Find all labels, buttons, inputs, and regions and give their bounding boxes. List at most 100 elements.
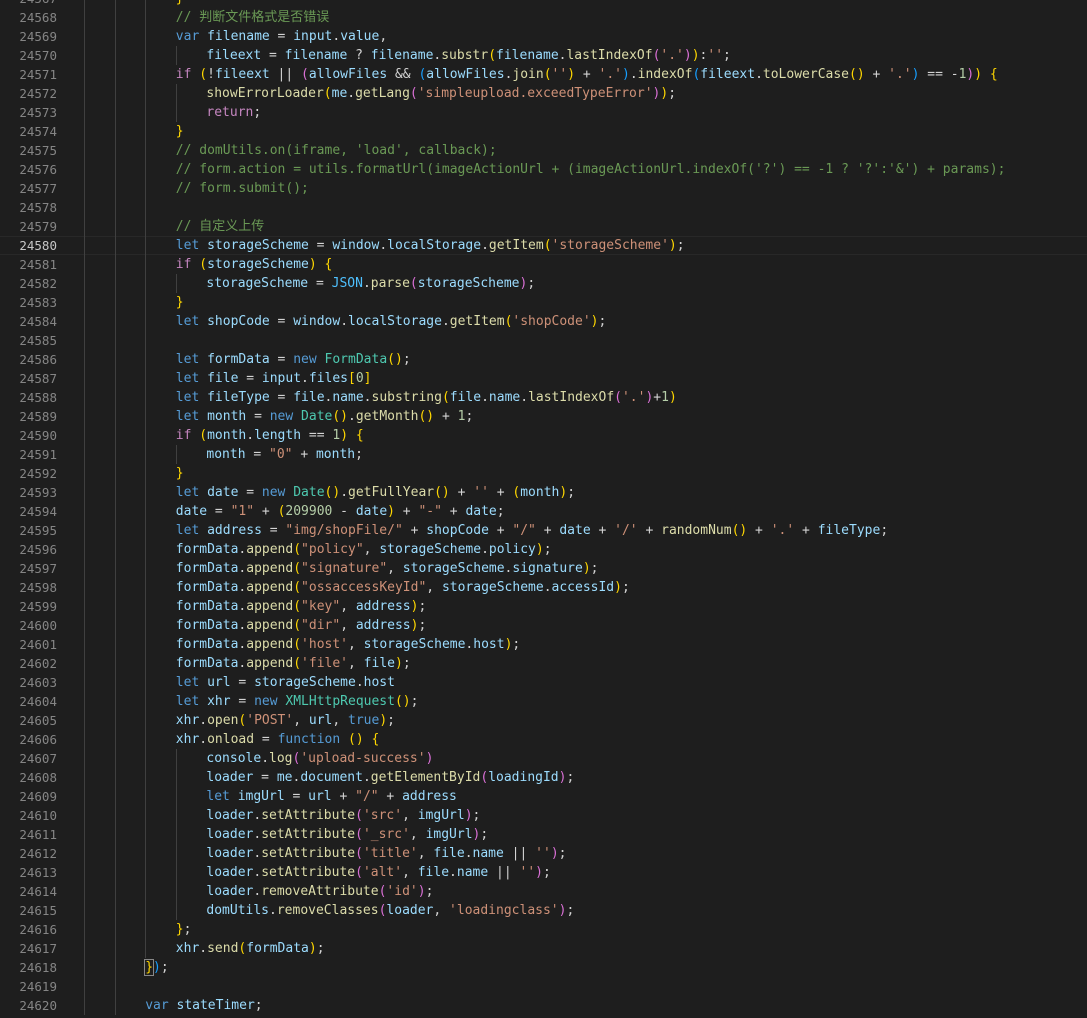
code-text: loader.setAttribute('title', file.name |… (206, 844, 566, 863)
code-token: let (175, 409, 200, 424)
code-token: . (520, 390, 529, 405)
code-token: + (747, 523, 771, 538)
code-token: log (269, 751, 293, 766)
code-line[interactable]: 24574} (0, 122, 1087, 141)
code-token: localStorage (387, 238, 482, 253)
code-line[interactable]: 24605 xhr.open('POST', url, true); (0, 711, 1087, 730)
code-token: } (175, 124, 184, 139)
code-line[interactable]: 24575 // domUtils.on(iframe, 'load', call… (0, 141, 1087, 160)
code-line[interactable]: 24600 formData.append("dir", address); (0, 616, 1087, 635)
line-number: 24574 (19, 124, 57, 139)
code-editor[interactable]: 24567}24568// 判断文件格式是否错误24569var filenam… (0, 0, 1087, 1018)
indent-guide (84, 217, 85, 236)
code-token: = (245, 447, 270, 462)
line-number: 24583 (19, 295, 57, 310)
code-line[interactable]: 24589 let month = new Date().getMonth() +… (0, 407, 1087, 426)
code-token: ) (340, 428, 349, 443)
code-text: if (month.length == 1) { (176, 426, 364, 445)
code-line[interactable]: 24612 loader.setAttribute('title', file.n… (0, 844, 1087, 863)
indent-guide (84, 445, 85, 464)
code-line[interactable]: 24593 let date = new Date().getFullYear()… (0, 483, 1087, 502)
code-line[interactable]: 24601 formData.append('host', storageSche… (0, 635, 1087, 654)
code-token: xhr (175, 713, 200, 728)
line-number: 24600 (19, 618, 57, 633)
code-token: ; (542, 865, 551, 880)
code-line[interactable]: 24579 // 自定义上传 (0, 217, 1087, 236)
code-line[interactable]: 24570 fileext = filename ? filename.subst… (0, 46, 1087, 65)
indent-guide (114, 502, 116, 521)
code-token: name (472, 846, 504, 861)
code-line[interactable]: 24587 let file = input.files[0] (0, 369, 1087, 388)
code-token: storageScheme (402, 561, 505, 576)
code-token: host (363, 675, 395, 690)
code-line[interactable]: 24607 console.log('upload-success') (0, 749, 1087, 768)
code-token: . (347, 86, 356, 101)
code-line[interactable]: 24585 (0, 331, 1087, 350)
code-token: '.' (621, 390, 646, 405)
code-line[interactable]: 24577 // form.submit(); (0, 179, 1087, 198)
indent-guide (114, 84, 116, 103)
code-text: } (176, 0, 184, 8)
code-line[interactable]: 24588 let fileType = file.name.substring(… (0, 388, 1087, 407)
code-line[interactable]: 24586 let formData = new FormData(); (0, 350, 1087, 369)
code-line[interactable]: 24597 formData.append("signature", storag… (0, 559, 1087, 578)
code-line[interactable]: 24602 formData.append('file', file); (0, 654, 1087, 673)
code-line[interactable]: 24606 xhr.onload = function () { (0, 730, 1087, 749)
code-line[interactable]: 24578 (0, 198, 1087, 217)
line-number: 24619 (19, 979, 57, 994)
code-line[interactable]: 24580 let storageScheme = window.localSto… (0, 236, 1087, 255)
code-token: name (332, 390, 364, 405)
code-line[interactable]: 24618}); (0, 958, 1087, 977)
code-token: } (175, 466, 184, 481)
code-line[interactable]: 24581 if (storageScheme) { (0, 255, 1087, 274)
code-token: - (332, 504, 356, 519)
indent-guide (114, 711, 116, 730)
code-token: shopCode (207, 314, 270, 329)
code-line[interactable]: 24594 date = "1" + (209900 - date) + "-" … (0, 502, 1087, 521)
code-line[interactable]: 24568 // 判断文件格式是否错误 (0, 8, 1087, 27)
code-token: var (175, 29, 200, 44)
code-line[interactable]: 24572 showErrorLoader(me.getLang('simpleu… (0, 84, 1087, 103)
code-line[interactable]: 24604 let xhr = new XMLHttpRequest(); (0, 692, 1087, 711)
code-line[interactable]: 24608 loader = me.document.getElementById… (0, 768, 1087, 787)
code-line[interactable]: 24576 // form.action = utils.formatUrl(im… (0, 160, 1087, 179)
code-line[interactable]: 24596 formData. append("policy", storageSc… (0, 540, 1087, 559)
code-token: formData (175, 599, 239, 614)
code-line[interactable]: 24573 return; (0, 103, 1087, 122)
code-line[interactable]: 24610 loader.setAttribute('src', imgUrl); (0, 806, 1087, 825)
code-text: month = "0" + month; (206, 445, 363, 464)
code-token: 'id' (386, 884, 418, 899)
code-line[interactable]: 24584 let shopCode = window.localStorage.… (0, 312, 1087, 331)
code-line[interactable]: 24614 loader.removeAttribute('id'); (0, 882, 1087, 901)
code-token: , (363, 542, 380, 557)
indent-guide (145, 350, 147, 369)
code-line[interactable]: 24616}; (0, 920, 1087, 939)
code-line[interactable]: 24567} (0, 0, 1087, 8)
code-token: new (254, 694, 278, 709)
code-line[interactable]: 24617 xhr.send(formData); (0, 939, 1087, 958)
indent-guide (114, 635, 116, 654)
code-line[interactable]: 24582 storageScheme = JSON.parse(storageS… (0, 274, 1087, 293)
code-line[interactable]: 24571 if (!fileext || (allowFiles && (all… (0, 65, 1087, 84)
code-line[interactable]: 24609 let imgUrl = url + "/" + address (0, 787, 1087, 806)
code-line[interactable]: 24599 formData.append("key", address); (0, 597, 1087, 616)
code-line[interactable]: 24592} (0, 464, 1087, 483)
code-line[interactable]: 24569 var filename = input.value, (0, 27, 1087, 46)
code-line[interactable]: 24615 domUtils.removeClasses(loader, 'loa… (0, 901, 1087, 920)
code-line[interactable]: 24598 formData. append("ossaccessKeyId", s… (0, 578, 1087, 597)
code-token: + (575, 67, 599, 82)
code-line[interactable]: 24619 (0, 977, 1087, 996)
indent-guide (114, 407, 116, 426)
code-token: let (175, 694, 200, 709)
code-line[interactable]: 24583} (0, 293, 1087, 312)
code-token: ; (723, 48, 731, 63)
code-line[interactable]: 24590 if (month.length == 1) { (0, 426, 1087, 445)
code-line[interactable]: 24620 var stateTimer; (0, 996, 1087, 1015)
code-line[interactable]: 24591 month = "0" + month; (0, 445, 1087, 464)
code-line[interactable]: 24611 loader.setAttribute('_src', imgUrl)… (0, 825, 1087, 844)
code-line[interactable]: 24595 let address = "img/shopFile/" + sho… (0, 521, 1087, 540)
code-line[interactable]: 24613 loader.setAttribute('alt', file.nam… (0, 863, 1087, 882)
code-token: } (144, 959, 154, 976)
code-line[interactable]: 24603 let url = storageScheme.host (0, 673, 1087, 692)
